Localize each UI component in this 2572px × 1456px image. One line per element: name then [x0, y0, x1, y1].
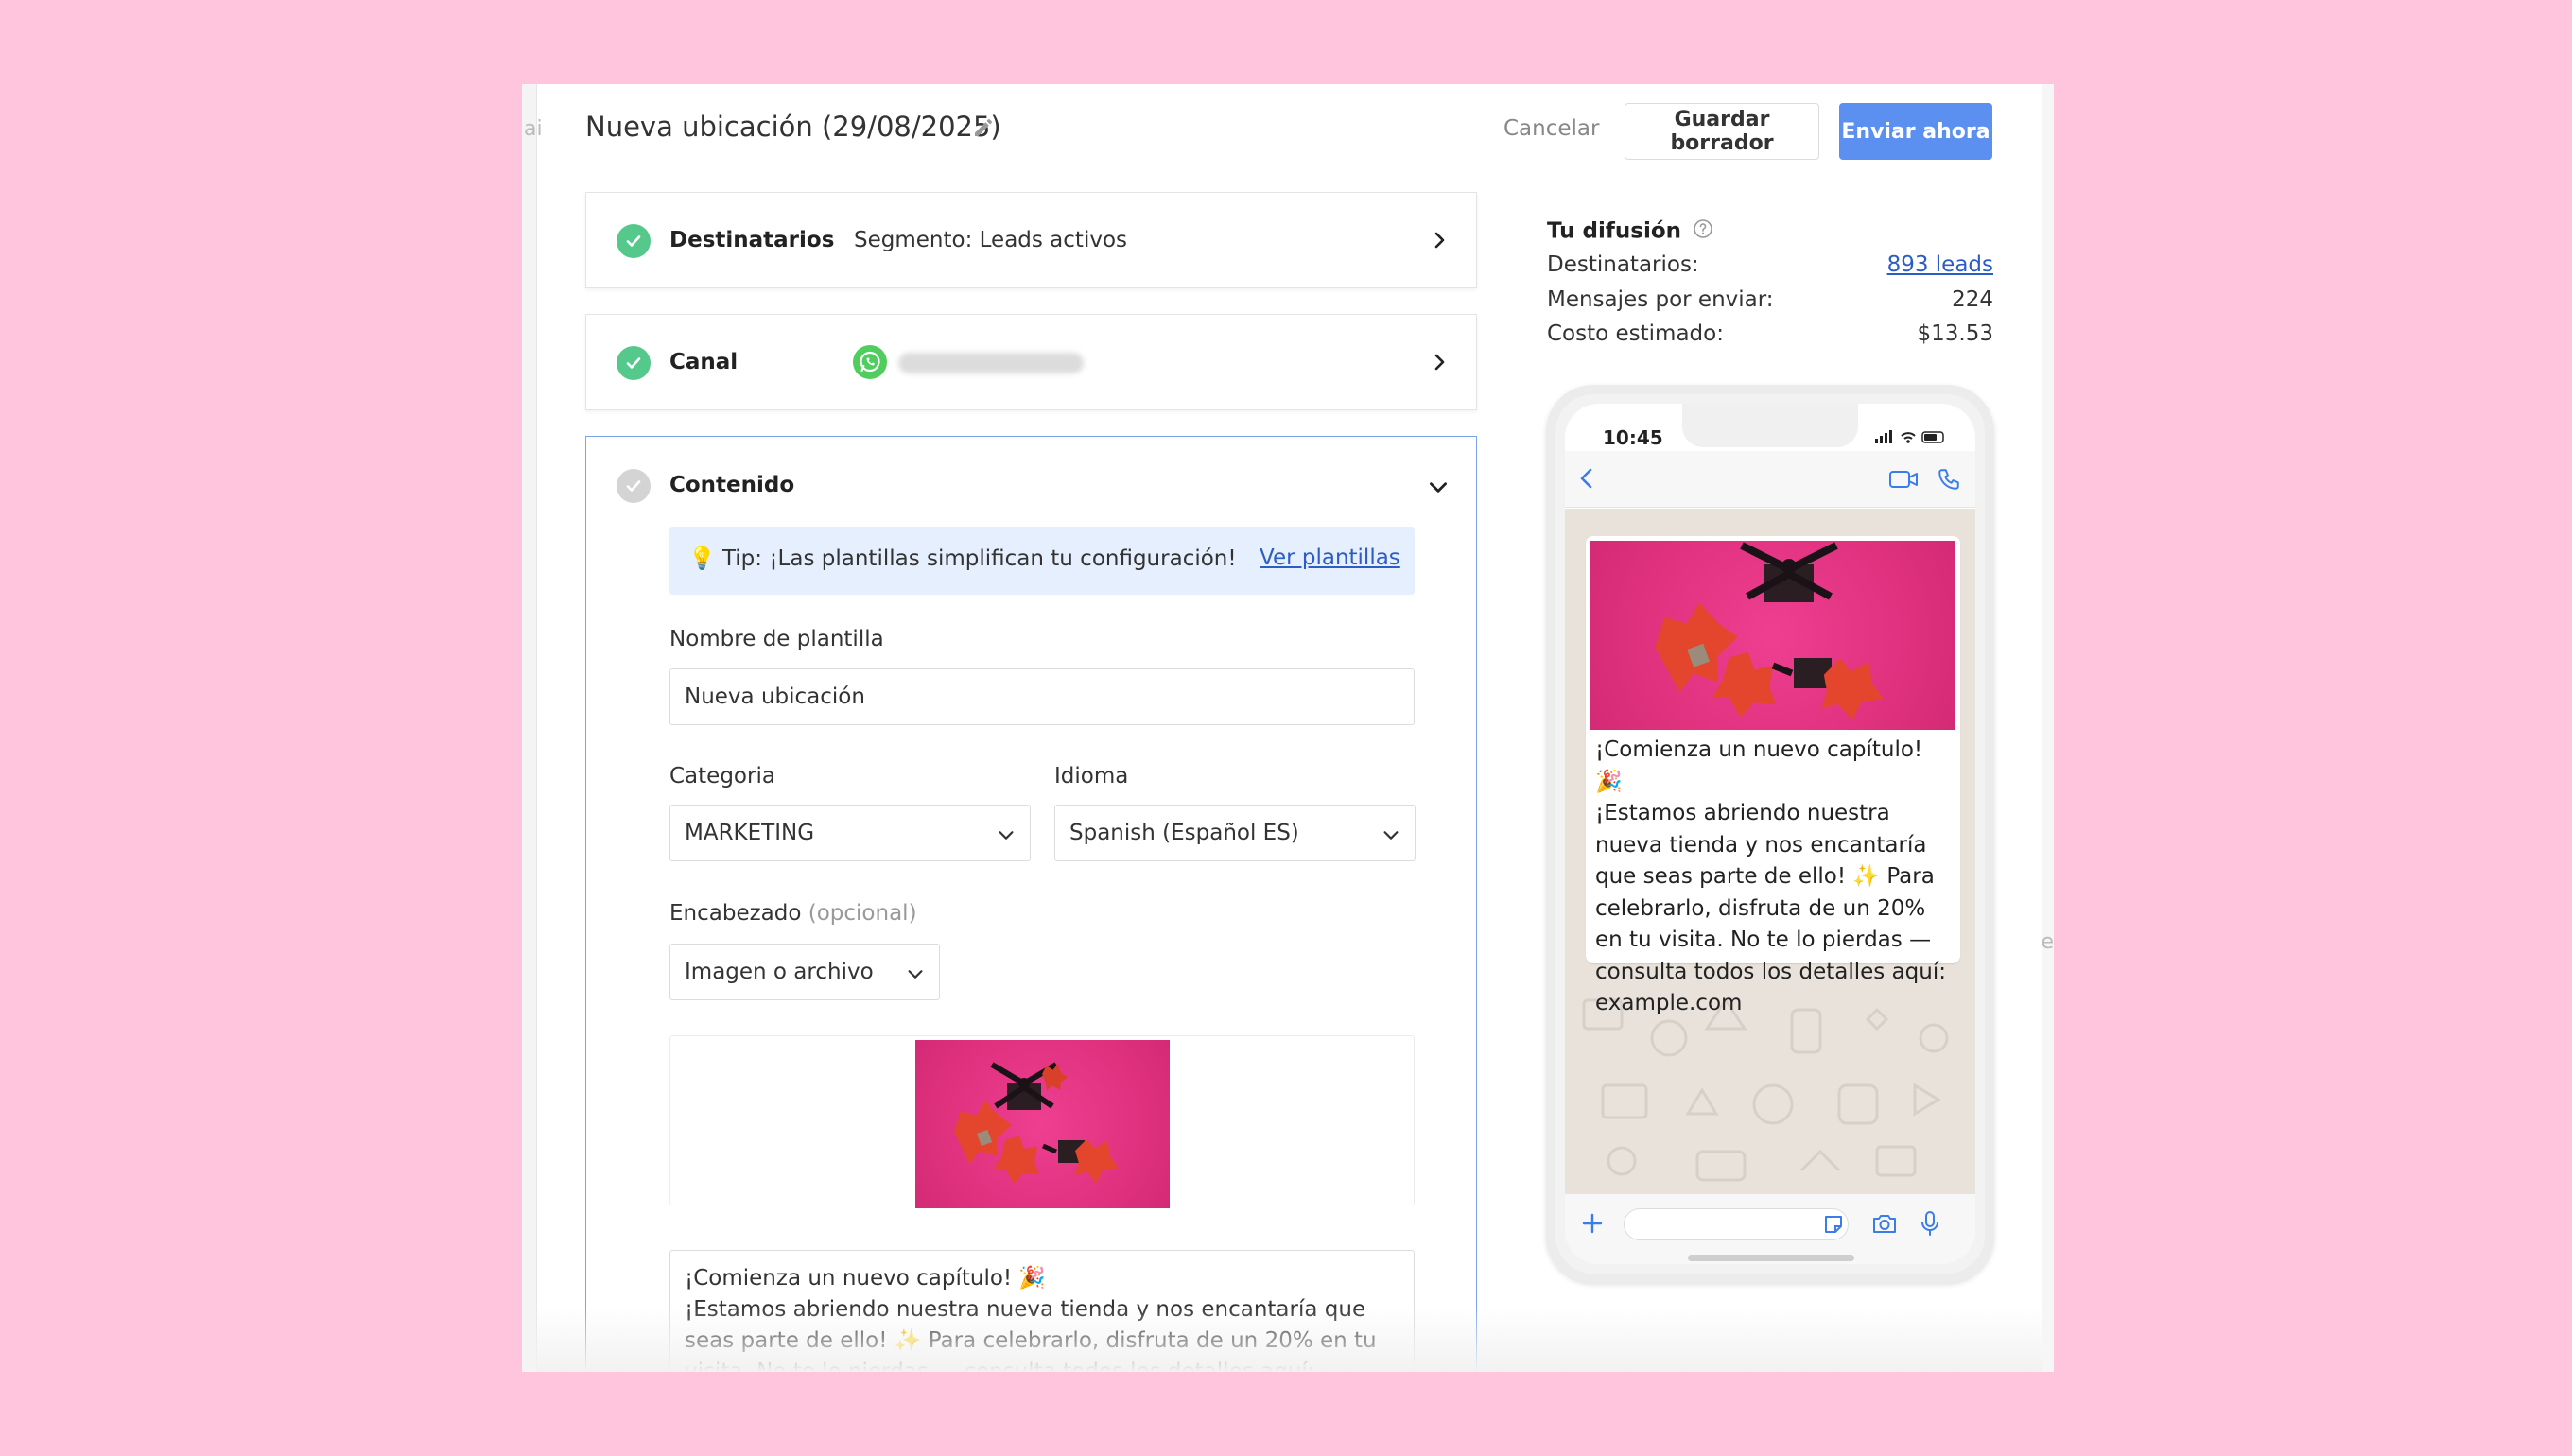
save-draft-button[interactable]: Guardar borrador	[1625, 103, 1819, 160]
template-name-input[interactable]: Nueva ubicación	[669, 668, 1415, 725]
category-selected-value: MARKETING	[685, 821, 815, 845]
check-circle-icon	[617, 224, 651, 258]
category-select[interactable]: MARKETING	[669, 805, 1031, 861]
phone-preview: 10:45 ¡Comienza un nuevo capítulo! 🎉 ¡Es…	[1546, 385, 1994, 1283]
header-label: Encabezado (opcional)	[669, 901, 917, 926]
plus-icon[interactable]	[1580, 1211, 1605, 1239]
check-circle-icon	[617, 346, 651, 380]
summary-recipients-link[interactable]: 893 leads	[1887, 252, 1993, 277]
summary-messages-value: 224	[1952, 287, 1993, 312]
phone-call-icon[interactable]	[1937, 467, 1961, 495]
template-name-label: Nombre de plantilla	[669, 627, 884, 651]
chevron-down-icon	[996, 824, 1017, 851]
summary-title-text: Tu difusión	[1547, 218, 1682, 244]
whatsapp-icon	[853, 345, 887, 383]
tip-text: 💡 Tip: ¡Las plantillas simplifican tu co…	[688, 546, 1237, 571]
edge-letter-right: e	[2041, 930, 2054, 954]
header-optional-text: (opcional)	[808, 901, 917, 926]
help-circle-icon[interactable]	[1693, 218, 1713, 245]
category-label: Categoria	[669, 764, 775, 789]
back-arrow-icon[interactable]	[1576, 466, 1599, 494]
channel-step-title: Canal	[669, 350, 739, 374]
language-select[interactable]: Spanish (Español ES)	[1054, 805, 1416, 861]
bubble-message-text: ¡Comienza un nuevo capítulo! 🎉 ¡Estamos …	[1595, 737, 1946, 1015]
header-label-text: Encabezado	[669, 901, 802, 926]
templates-tip-banner: 💡 Tip: ¡Las plantillas simplifican tu co…	[669, 527, 1415, 595]
broadcast-summary-title: Tu difusión	[1547, 218, 1713, 245]
language-label: Idioma	[1054, 764, 1129, 789]
status-bar-time: 10:45	[1603, 426, 1663, 449]
edge-letter-left: ai	[524, 117, 543, 141]
chevron-right-icon	[1428, 229, 1451, 255]
home-indicator	[1688, 1255, 1854, 1261]
camera-icon[interactable]	[1871, 1212, 1898, 1239]
summary-recipients-row: Destinatarios: 893 leads	[1547, 252, 1993, 277]
recipients-step-card[interactable]: Destinatarios Segmento: Leads activos	[585, 192, 1477, 288]
chat-input-bar	[1565, 1193, 1975, 1264]
chevron-down-icon	[905, 963, 926, 990]
check-circle-icon	[617, 469, 651, 503]
summary-recipients-label: Destinatarios:	[1547, 252, 1699, 277]
channel-phone-redacted	[898, 353, 1084, 373]
edit-pencil-icon[interactable]	[972, 116, 995, 143]
summary-cost-value: $13.53	[1917, 321, 1993, 346]
status-bar-icons	[1875, 428, 1949, 449]
chevron-right-icon	[1428, 351, 1451, 377]
recipients-step-title: Destinatarios	[669, 228, 835, 252]
recipients-segment-value: Segmento: Leads activos	[854, 228, 1127, 252]
phone-notch	[1682, 404, 1858, 447]
gift-boxes-image	[915, 1040, 1170, 1208]
header-type-select[interactable]: Imagen o archivo	[669, 944, 940, 1000]
chat-text-input[interactable]	[1624, 1208, 1849, 1240]
summary-cost-row: Costo estimado: $13.53	[1547, 321, 1993, 346]
cancel-button[interactable]: Cancelar	[1503, 116, 1599, 141]
summary-messages-row: Mensajes por enviar: 224	[1547, 287, 1993, 312]
chevron-down-icon	[1381, 824, 1401, 851]
phone-screen: 10:45 ¡Comienza un nuevo capítulo! 🎉 ¡Es…	[1565, 404, 1975, 1264]
message-bubble: ¡Comienza un nuevo capítulo! 🎉 ¡Estamos …	[1586, 536, 1960, 1015]
content-step-card: Contenido 💡 Tip: ¡Las plantillas simplif…	[585, 436, 1477, 1372]
view-templates-link[interactable]: Ver plantillas	[1260, 546, 1400, 570]
page-title: Nueva ubicación (29/08/2025)	[585, 111, 1001, 143]
language-selected-value: Spanish (Español ES)	[1069, 821, 1299, 845]
summary-messages-label: Mensajes por enviar:	[1547, 287, 1774, 312]
send-now-button[interactable]: Enviar ahora	[1839, 103, 1992, 160]
chevron-down-icon[interactable]	[1426, 475, 1451, 503]
bubble-gift-boxes-image	[1590, 541, 1955, 730]
header-type-selected-value: Imagen o archivo	[685, 960, 874, 984]
chat-header	[1565, 451, 1975, 508]
content-step-title: Contenido	[669, 473, 795, 497]
sticker-icon[interactable]	[1822, 1213, 1845, 1239]
header-image-preview-box[interactable]	[669, 1035, 1415, 1208]
summary-cost-label: Costo estimado:	[1547, 321, 1724, 346]
microphone-icon[interactable]	[1920, 1210, 1940, 1240]
message-body-textarea[interactable]: ¡Comienza un nuevo capítulo! 🎉 ¡Estamos …	[669, 1250, 1415, 1372]
channel-step-card[interactable]: Canal	[585, 314, 1477, 410]
broadcast-editor-window: ai e Nueva ubicación (29/08/2025) Cancel…	[522, 84, 2054, 1372]
video-call-icon[interactable]	[1888, 468, 1919, 494]
